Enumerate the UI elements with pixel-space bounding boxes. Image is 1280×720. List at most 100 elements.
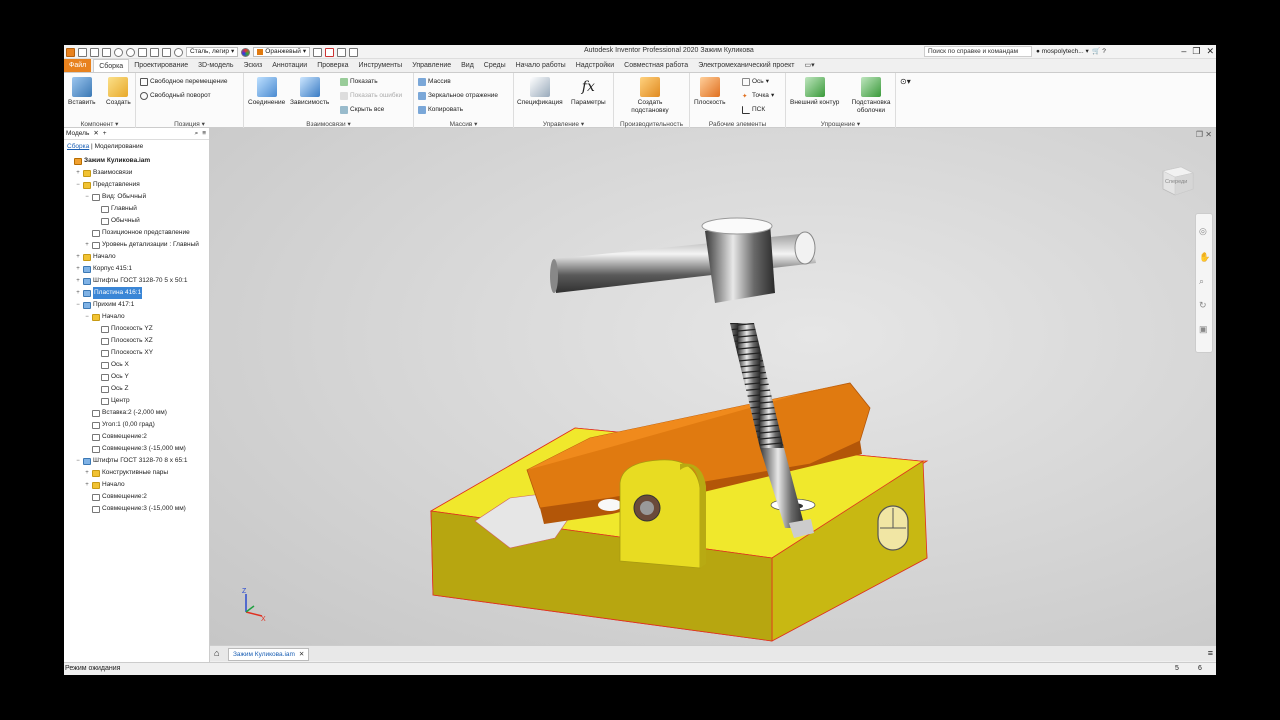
look-at-icon[interactable]: ▣: [1199, 324, 1208, 335]
browser-node[interactable]: − Вид: Обычный: [84, 191, 146, 203]
tab-environments[interactable]: Среды: [479, 59, 511, 72]
browser-node[interactable]: − Прихим 417:1: [75, 299, 134, 311]
browser-node[interactable]: Центр: [93, 395, 130, 407]
screw-head[interactable]: [701, 217, 775, 303]
pan-icon[interactable]: ✋: [1199, 252, 1210, 263]
home-icon[interactable]: [138, 47, 147, 57]
browser-node[interactable]: + Взаимосвязи: [75, 167, 132, 179]
select-icon[interactable]: [162, 47, 171, 57]
browser-node[interactable]: − Начало: [84, 311, 125, 323]
browser-node[interactable]: Вставка:2 (-2,000 мм): [84, 407, 167, 419]
copy-button[interactable]: Копировать: [418, 105, 463, 114]
browser-node[interactable]: Главный: [93, 203, 137, 215]
browser-node[interactable]: + Уровень детализации : Главный: [84, 239, 199, 251]
browser-node[interactable]: Ось Z: [93, 383, 128, 395]
browser-node[interactable]: Плоскость XY: [93, 347, 153, 359]
group-label[interactable]: Массив ▾: [414, 120, 513, 128]
expand-icon[interactable]: +: [84, 479, 90, 491]
browser-node[interactable]: Совмещение:3 (-15,000 мм): [84, 503, 186, 515]
pattern-button[interactable]: Массив: [418, 77, 451, 86]
collapse-icon[interactable]: −: [84, 311, 90, 323]
browser-node[interactable]: − Представления: [75, 179, 140, 191]
ribbon-expand-icon[interactable]: ⊙▾: [900, 77, 911, 86]
redo-icon[interactable]: [126, 47, 135, 57]
tab-tools[interactable]: Инструменты: [354, 59, 408, 72]
collapse-icon[interactable]: −: [75, 179, 81, 191]
tab-annotate[interactable]: Аннотации: [267, 59, 312, 72]
browser-node[interactable]: Плоскость XZ: [93, 335, 153, 347]
browser-node[interactable]: Совмещение:2: [84, 491, 147, 503]
graphics-viewport[interactable]: Z X Спереди ◎ ✋ ⌕ ↻ ▣ ❐ ✕: [210, 128, 1216, 645]
browser-node[interactable]: Зажим Куликова.iam: [66, 155, 150, 167]
browser-node[interactable]: Угол:1 (0,00 град): [84, 419, 155, 431]
free-rotate-button[interactable]: Свободный поворот: [140, 91, 211, 100]
expand-icon[interactable]: +: [75, 251, 81, 263]
tab-sketch[interactable]: Эскиз: [238, 59, 267, 72]
clear-icon[interactable]: [325, 47, 335, 57]
collapse-icon[interactable]: −: [84, 191, 90, 203]
expand-icon[interactable]: +: [75, 167, 81, 179]
tab-get-started[interactable]: Начало работы: [511, 59, 571, 72]
collapse-icon[interactable]: −: [75, 299, 81, 311]
help-icon[interactable]: ?: [1102, 48, 1106, 55]
save-icon[interactable]: [102, 47, 111, 57]
breadcrumb-mode[interactable]: Моделирование: [95, 143, 144, 150]
orbit-icon[interactable]: ↻: [1199, 300, 1207, 311]
expand-icon[interactable]: +: [75, 275, 81, 287]
browser-node[interactable]: + Начало: [75, 251, 116, 263]
browser-node[interactable]: + Конструктивные пары: [84, 467, 168, 479]
tab-assemble[interactable]: Сборка: [93, 58, 130, 73]
tab-collaborate[interactable]: Совместная работа: [619, 59, 693, 72]
joint-button[interactable]: Соединение: [248, 77, 285, 107]
add-tab-icon[interactable]: +: [103, 128, 107, 140]
browser-node[interactable]: + Корпус 415:1: [75, 263, 132, 275]
insert-button[interactable]: Вставить: [68, 77, 96, 107]
axis-button[interactable]: Ось ▾: [742, 77, 769, 86]
minimize-icon[interactable]: –: [1181, 45, 1186, 58]
menu-icon[interactable]: ≡: [202, 128, 206, 140]
tab-electromechanical[interactable]: Электромеханический проект: [693, 59, 799, 72]
open-icon[interactable]: [90, 47, 99, 57]
close-icon[interactable]: ✕: [93, 128, 98, 140]
steering-wheel-icon[interactable]: ◎: [1199, 226, 1207, 237]
fx-icon[interactable]: [337, 47, 347, 57]
free-move-button[interactable]: Свободное перемещение: [140, 77, 227, 86]
update-icon[interactable]: [150, 47, 159, 57]
close-icon[interactable]: ✕: [299, 649, 304, 660]
browser-node[interactable]: Совмещение:2: [84, 431, 147, 443]
collapse-icon[interactable]: −: [75, 455, 81, 467]
tab-inspect[interactable]: Проверка: [312, 59, 353, 72]
document-tab[interactable]: Зажим Куликова.iam ✕: [228, 648, 310, 661]
browser-node[interactable]: Ось X: [93, 359, 129, 371]
tab-3d-model[interactable]: 3D-модель: [193, 59, 238, 72]
create-button[interactable]: Создать: [106, 77, 131, 107]
expand-icon[interactable]: +: [75, 263, 81, 275]
browser-node[interactable]: Ось Y: [93, 371, 129, 383]
create-substitute-button[interactable]: Создать подстановку: [628, 77, 672, 115]
bom-button[interactable]: Спецификация: [517, 77, 563, 107]
shrinkwrap-button[interactable]: Внешний контур: [790, 77, 839, 107]
tab-manage[interactable]: Управление: [407, 59, 456, 72]
group-label[interactable]: Управление ▾: [514, 120, 613, 128]
ucs-button[interactable]: ПСК: [742, 105, 765, 114]
zoom-icon[interactable]: ⌕: [1199, 276, 1204, 287]
plane-button[interactable]: Плоскость: [694, 77, 726, 107]
browser-node[interactable]: + Пластина 416:1: [75, 287, 143, 299]
constrain-button[interactable]: Зависимость: [290, 77, 329, 107]
handle-bar[interactable]: [550, 231, 816, 293]
breadcrumb-link[interactable]: Сборка: [67, 143, 89, 150]
new-icon[interactable]: [78, 47, 87, 57]
browser-node[interactable]: Плоскость YZ: [93, 323, 153, 335]
search-icon[interactable]: ⌕: [195, 128, 199, 140]
user-account[interactable]: ● mospolytech... ▾ 🛒 ?: [1036, 47, 1106, 55]
tab-view[interactable]: Вид: [456, 59, 479, 72]
menu-icon[interactable]: ≡: [1208, 648, 1213, 658]
viewcube[interactable]: Спереди: [1157, 161, 1197, 201]
adjust-icon[interactable]: [313, 47, 323, 57]
material-select[interactable]: Сталь, легир ▾: [186, 47, 239, 57]
show-errors-button[interactable]: Показать ошибки: [340, 91, 402, 100]
browser-node[interactable]: − Штифты ГОСТ 3128-70 8 х 65:1: [75, 455, 187, 467]
group-label[interactable]: Упрощение ▾: [786, 120, 895, 128]
appearance-select[interactable]: Оранжевый ▾: [253, 47, 311, 57]
group-label[interactable]: Взаимосвязи ▾: [244, 120, 413, 128]
